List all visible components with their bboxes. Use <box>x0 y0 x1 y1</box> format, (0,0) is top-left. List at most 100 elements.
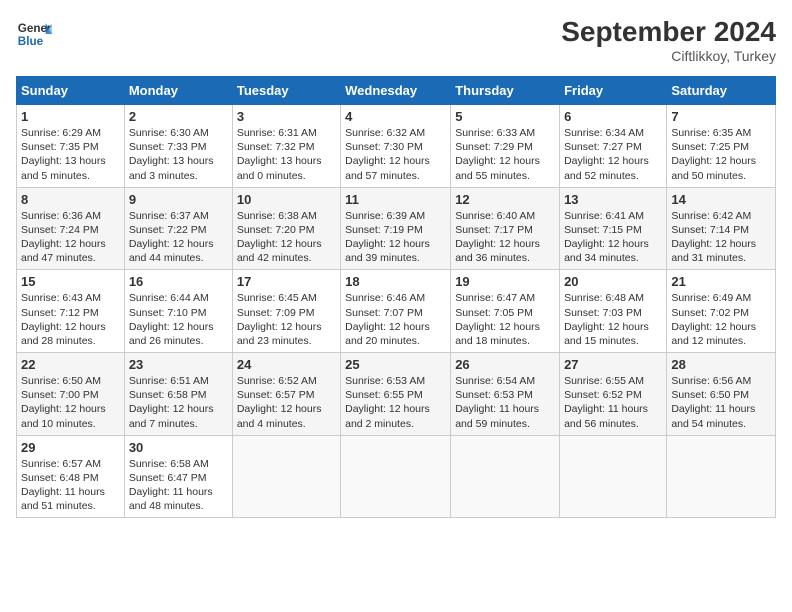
calendar-cell: 13 Sunrise: 6:41 AM Sunset: 7:15 PM Dayl… <box>560 187 667 270</box>
calendar-cell <box>667 435 776 518</box>
col-wednesday: Wednesday <box>341 77 451 105</box>
day-info: Sunrise: 6:42 AM Sunset: 7:14 PM Dayligh… <box>671 209 771 266</box>
calendar-cell: 8 Sunrise: 6:36 AM Sunset: 7:24 PM Dayli… <box>17 187 125 270</box>
day-info: Sunrise: 6:55 AM Sunset: 6:52 PM Dayligh… <box>564 374 662 431</box>
title-block: September 2024 Ciftlikkoy, Turkey <box>561 16 776 64</box>
day-number: 26 <box>455 357 555 372</box>
day-number: 24 <box>237 357 336 372</box>
day-info: Sunrise: 6:32 AM Sunset: 7:30 PM Dayligh… <box>345 126 446 183</box>
day-number: 11 <box>345 192 446 207</box>
day-info: Sunrise: 6:57 AM Sunset: 6:48 PM Dayligh… <box>21 457 120 514</box>
day-number: 9 <box>129 192 228 207</box>
day-number: 20 <box>564 274 662 289</box>
day-number: 13 <box>564 192 662 207</box>
day-number: 19 <box>455 274 555 289</box>
day-info: Sunrise: 6:41 AM Sunset: 7:15 PM Dayligh… <box>564 209 662 266</box>
calendar-cell: 30 Sunrise: 6:58 AM Sunset: 6:47 PM Dayl… <box>124 435 232 518</box>
day-number: 1 <box>21 109 120 124</box>
day-number: 12 <box>455 192 555 207</box>
calendar-cell <box>341 435 451 518</box>
calendar-cell: 12 Sunrise: 6:40 AM Sunset: 7:17 PM Dayl… <box>451 187 560 270</box>
day-info: Sunrise: 6:43 AM Sunset: 7:12 PM Dayligh… <box>21 291 120 348</box>
calendar-cell: 1 Sunrise: 6:29 AM Sunset: 7:35 PM Dayli… <box>17 105 125 188</box>
day-number: 6 <box>564 109 662 124</box>
calendar-cell: 2 Sunrise: 6:30 AM Sunset: 7:33 PM Dayli… <box>124 105 232 188</box>
header-row: Sunday Monday Tuesday Wednesday Thursday… <box>17 77 776 105</box>
day-info: Sunrise: 6:39 AM Sunset: 7:19 PM Dayligh… <box>345 209 446 266</box>
day-info: Sunrise: 6:53 AM Sunset: 6:55 PM Dayligh… <box>345 374 446 431</box>
col-tuesday: Tuesday <box>232 77 340 105</box>
col-thursday: Thursday <box>451 77 560 105</box>
day-info: Sunrise: 6:38 AM Sunset: 7:20 PM Dayligh… <box>237 209 336 266</box>
col-sunday: Sunday <box>17 77 125 105</box>
calendar-cell: 7 Sunrise: 6:35 AM Sunset: 7:25 PM Dayli… <box>667 105 776 188</box>
calendar-row: 8 Sunrise: 6:36 AM Sunset: 7:24 PM Dayli… <box>17 187 776 270</box>
calendar-cell: 26 Sunrise: 6:54 AM Sunset: 6:53 PM Dayl… <box>451 353 560 436</box>
day-info: Sunrise: 6:51 AM Sunset: 6:58 PM Dayligh… <box>129 374 228 431</box>
day-info: Sunrise: 6:33 AM Sunset: 7:29 PM Dayligh… <box>455 126 555 183</box>
day-info: Sunrise: 6:45 AM Sunset: 7:09 PM Dayligh… <box>237 291 336 348</box>
col-monday: Monday <box>124 77 232 105</box>
calendar-cell: 17 Sunrise: 6:45 AM Sunset: 7:09 PM Dayl… <box>232 270 340 353</box>
calendar-cell <box>560 435 667 518</box>
svg-text:Blue: Blue <box>18 35 44 48</box>
day-number: 16 <box>129 274 228 289</box>
calendar-cell: 22 Sunrise: 6:50 AM Sunset: 7:00 PM Dayl… <box>17 353 125 436</box>
page-header: General Blue September 2024 Ciftlikkoy, … <box>16 16 776 64</box>
day-number: 28 <box>671 357 771 372</box>
day-info: Sunrise: 6:50 AM Sunset: 7:00 PM Dayligh… <box>21 374 120 431</box>
calendar-cell: 14 Sunrise: 6:42 AM Sunset: 7:14 PM Dayl… <box>667 187 776 270</box>
day-number: 8 <box>21 192 120 207</box>
logo: General Blue <box>16 16 52 52</box>
calendar-cell: 10 Sunrise: 6:38 AM Sunset: 7:20 PM Dayl… <box>232 187 340 270</box>
day-number: 17 <box>237 274 336 289</box>
logo-icon: General Blue <box>16 16 52 52</box>
day-number: 22 <box>21 357 120 372</box>
day-number: 27 <box>564 357 662 372</box>
day-number: 4 <box>345 109 446 124</box>
day-number: 14 <box>671 192 771 207</box>
day-number: 21 <box>671 274 771 289</box>
calendar-cell: 21 Sunrise: 6:49 AM Sunset: 7:02 PM Dayl… <box>667 270 776 353</box>
col-saturday: Saturday <box>667 77 776 105</box>
calendar-cell: 18 Sunrise: 6:46 AM Sunset: 7:07 PM Dayl… <box>341 270 451 353</box>
calendar-cell: 9 Sunrise: 6:37 AM Sunset: 7:22 PM Dayli… <box>124 187 232 270</box>
col-friday: Friday <box>560 77 667 105</box>
calendar-cell: 24 Sunrise: 6:52 AM Sunset: 6:57 PM Dayl… <box>232 353 340 436</box>
day-number: 10 <box>237 192 336 207</box>
day-info: Sunrise: 6:48 AM Sunset: 7:03 PM Dayligh… <box>564 291 662 348</box>
calendar-cell: 16 Sunrise: 6:44 AM Sunset: 7:10 PM Dayl… <box>124 270 232 353</box>
day-info: Sunrise: 6:34 AM Sunset: 7:27 PM Dayligh… <box>564 126 662 183</box>
calendar-row: 29 Sunrise: 6:57 AM Sunset: 6:48 PM Dayl… <box>17 435 776 518</box>
day-number: 25 <box>345 357 446 372</box>
day-info: Sunrise: 6:40 AM Sunset: 7:17 PM Dayligh… <box>455 209 555 266</box>
day-number: 30 <box>129 440 228 455</box>
calendar-cell <box>232 435 340 518</box>
month-title: September 2024 <box>561 16 776 48</box>
day-number: 23 <box>129 357 228 372</box>
day-info: Sunrise: 6:47 AM Sunset: 7:05 PM Dayligh… <box>455 291 555 348</box>
calendar-cell: 20 Sunrise: 6:48 AM Sunset: 7:03 PM Dayl… <box>560 270 667 353</box>
day-info: Sunrise: 6:46 AM Sunset: 7:07 PM Dayligh… <box>345 291 446 348</box>
day-info: Sunrise: 6:37 AM Sunset: 7:22 PM Dayligh… <box>129 209 228 266</box>
calendar-cell: 11 Sunrise: 6:39 AM Sunset: 7:19 PM Dayl… <box>341 187 451 270</box>
day-number: 18 <box>345 274 446 289</box>
calendar-cell: 19 Sunrise: 6:47 AM Sunset: 7:05 PM Dayl… <box>451 270 560 353</box>
calendar-cell <box>451 435 560 518</box>
day-number: 2 <box>129 109 228 124</box>
calendar-cell: 27 Sunrise: 6:55 AM Sunset: 6:52 PM Dayl… <box>560 353 667 436</box>
day-number: 29 <box>21 440 120 455</box>
calendar-cell: 23 Sunrise: 6:51 AM Sunset: 6:58 PM Dayl… <box>124 353 232 436</box>
day-info: Sunrise: 6:56 AM Sunset: 6:50 PM Dayligh… <box>671 374 771 431</box>
day-number: 5 <box>455 109 555 124</box>
calendar-cell: 29 Sunrise: 6:57 AM Sunset: 6:48 PM Dayl… <box>17 435 125 518</box>
day-info: Sunrise: 6:30 AM Sunset: 7:33 PM Dayligh… <box>129 126 228 183</box>
calendar-row: 22 Sunrise: 6:50 AM Sunset: 7:00 PM Dayl… <box>17 353 776 436</box>
day-info: Sunrise: 6:52 AM Sunset: 6:57 PM Dayligh… <box>237 374 336 431</box>
calendar-row: 1 Sunrise: 6:29 AM Sunset: 7:35 PM Dayli… <box>17 105 776 188</box>
day-number: 7 <box>671 109 771 124</box>
day-info: Sunrise: 6:49 AM Sunset: 7:02 PM Dayligh… <box>671 291 771 348</box>
calendar-cell: 3 Sunrise: 6:31 AM Sunset: 7:32 PM Dayli… <box>232 105 340 188</box>
day-info: Sunrise: 6:35 AM Sunset: 7:25 PM Dayligh… <box>671 126 771 183</box>
calendar-cell: 4 Sunrise: 6:32 AM Sunset: 7:30 PM Dayli… <box>341 105 451 188</box>
